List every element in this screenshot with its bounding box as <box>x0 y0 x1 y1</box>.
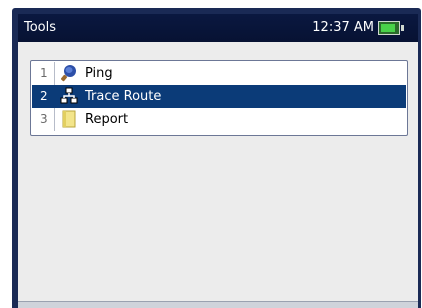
item-label: Trace Route <box>85 89 162 104</box>
item-label: Ping <box>85 66 113 81</box>
bottom-softkey-bar <box>18 301 418 308</box>
battery-fill <box>381 24 396 32</box>
title-bar: Tools 12:37 AM <box>18 14 418 42</box>
trace-route-icon <box>60 87 78 105</box>
report-icon <box>60 110 78 128</box>
screen: Tools 12:37 AM 1 Ping 2 Trace Route 3 Re… <box>18 14 418 308</box>
item-label: Report <box>85 112 129 127</box>
list-item-report[interactable]: 3 Report <box>32 108 406 131</box>
battery-icon <box>378 21 400 35</box>
battery-tip <box>401 25 404 31</box>
tools-list: 1 Ping 2 Trace Route 3 Report <box>30 60 408 136</box>
row-separator <box>54 108 55 131</box>
row-separator <box>54 85 55 108</box>
clock: 12:37 AM <box>312 20 374 35</box>
item-number: 3 <box>40 112 48 126</box>
window-title: Tools <box>24 20 57 35</box>
row-separator <box>54 62 55 85</box>
list-item-trace-route[interactable]: 2 Trace Route <box>32 85 406 108</box>
ping-paddle-icon <box>60 64 78 82</box>
item-number: 2 <box>40 89 48 103</box>
device-frame: Tools 12:37 AM 1 Ping 2 Trace Route 3 Re… <box>12 8 421 308</box>
item-number: 1 <box>40 66 48 80</box>
list-item-ping[interactable]: 1 Ping <box>32 62 406 85</box>
